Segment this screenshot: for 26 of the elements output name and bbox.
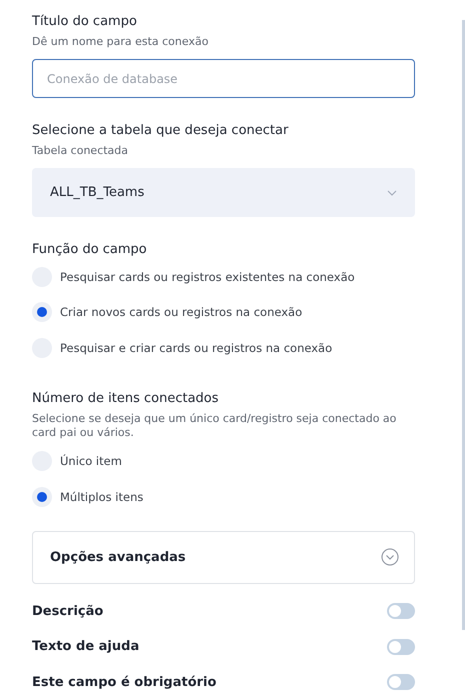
chevron-circle-icon <box>381 548 399 566</box>
toggle-switch[interactable] <box>387 638 415 655</box>
radio-option[interactable]: Múltiplos itens <box>32 479 415 514</box>
field-label: Função do campo <box>32 241 148 259</box>
radio-option[interactable]: Pesquisar cards ou registros existentes na conexão <box>32 259 415 294</box>
field-label: Número de itens conectados <box>32 390 220 408</box>
toggle-label: Texto de ajuda <box>32 639 140 654</box>
toggle-label: Este campo é obrigatório <box>32 674 216 690</box>
toggle-switch[interactable] <box>387 603 415 620</box>
radio-option[interactable]: Único item <box>32 444 415 479</box>
toggle-switch[interactable] <box>387 674 415 690</box>
chevron-down-icon <box>387 190 397 196</box>
field-hint: Tabela conectada <box>32 144 130 158</box>
radio-button[interactable] <box>32 486 52 507</box>
radio-button[interactable] <box>32 302 52 322</box>
field-label: Selecione a tabela que deseja conectar <box>32 122 290 140</box>
field-hint: Selecione se deseja que um único card/registro seja conectado ao card pai ou vários. <box>32 412 398 440</box>
title-input-field[interactable]: Conexão de database <box>32 59 415 98</box>
toggle-label: Descrição <box>32 604 104 619</box>
field-hint: Dê um nome para esta conexão <box>32 35 210 49</box>
scrollbar[interactable] <box>462 20 465 630</box>
field-label: Título do campo <box>32 13 138 31</box>
radio-option[interactable]: Pesquisar e criar cards ou registros na conexão <box>32 330 415 366</box>
radio-option[interactable]: Criar novos cards ou registros na conexão <box>32 294 415 330</box>
table-dropdown[interactable]: ALL_TB_Teams <box>32 168 415 217</box>
advanced-options-accordion[interactable]: Opções avançadas <box>32 530 415 584</box>
